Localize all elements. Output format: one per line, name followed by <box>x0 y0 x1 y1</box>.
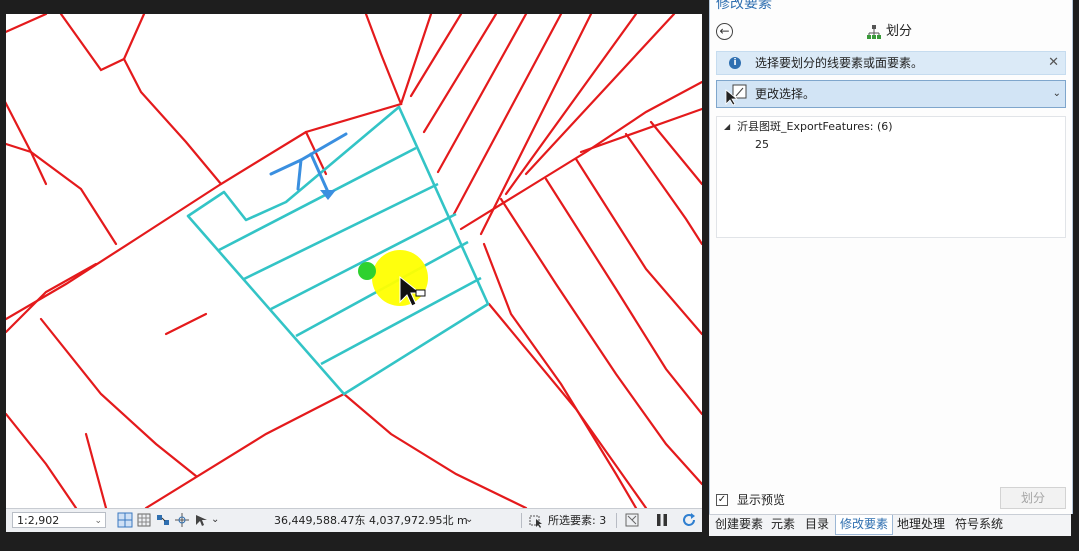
pane-tab-strip: 创建要素 元素 目录 修改要素 地理处理 符号系统 <box>709 514 1071 536</box>
selected-features-count: 所选要素: 3 <box>548 514 607 527</box>
chevron-down-icon[interactable]: ⌄ <box>211 512 227 528</box>
parcel-line <box>479 14 593 236</box>
tab-catalog[interactable]: 目录 <box>801 515 833 535</box>
parcel-line <box>39 317 198 478</box>
sketch-line <box>296 158 303 191</box>
show-preview-label: 显示预览 <box>737 493 786 507</box>
change-selection-dropdown[interactable]: 更改选择。 ⌄ <box>716 80 1066 108</box>
split-line <box>270 212 457 311</box>
parcel-line <box>304 14 403 134</box>
pane-title: 修改要素 <box>716 0 772 12</box>
parcel-line <box>574 157 702 336</box>
parcel-line <box>6 412 78 508</box>
split-button[interactable]: 划分 <box>1000 487 1066 509</box>
refresh-icon[interactable] <box>681 512 697 528</box>
coordinate-readout: 36,449,588.47东 4,037,972.95北 m <box>274 514 468 527</box>
back-button[interactable]: ← <box>716 23 733 40</box>
parcel-line <box>399 14 433 106</box>
table-grid-icon[interactable] <box>136 512 152 528</box>
map-status-bar: 1:2,902 ⌄ ⌄ 36,449,588.47东 4,037,972.95北… <box>6 508 702 532</box>
parcel-line <box>487 302 648 508</box>
map-canvas[interactable] <box>6 14 702 508</box>
selected-parcel <box>186 105 490 396</box>
tree-layer-item[interactable]: 沂县图斑_ExportFeatures: (6) <box>737 119 893 135</box>
parcel-line <box>122 57 223 186</box>
snap-point <box>358 262 376 280</box>
parcel-line <box>59 14 146 72</box>
tab-symbology[interactable]: 符号系统 <box>951 515 1007 535</box>
show-preview-checkbox[interactable]: ✓ <box>716 494 728 506</box>
change-selection-label: 更改选择。 <box>755 87 816 101</box>
parcel-line <box>422 14 498 134</box>
chevron-down-icon: ⌄ <box>94 516 102 526</box>
info-icon: i <box>729 57 741 69</box>
expand-caret-icon[interactable]: ◢ <box>724 122 730 131</box>
parcel-line <box>544 177 702 416</box>
parcel-line <box>342 392 528 508</box>
scale-selector[interactable]: 1:2,902 ⌄ <box>12 512 106 528</box>
parcel-line <box>144 392 346 508</box>
info-message: 选择要划分的线要素或面要素。 <box>755 56 924 70</box>
tab-elements[interactable]: 元素 <box>767 515 799 535</box>
status-separator <box>521 513 522 528</box>
crosshair-icon[interactable] <box>174 512 190 528</box>
grid-icon[interactable] <box>117 512 133 528</box>
parcel-line <box>6 101 118 246</box>
tree-feature-item[interactable]: 25 <box>755 137 769 153</box>
map-view[interactable] <box>6 14 702 508</box>
tab-modify-features[interactable]: 修改要素 <box>835 515 894 535</box>
parcel-line <box>649 120 702 186</box>
parcel-line <box>164 312 208 336</box>
scale-value: 1:2,902 <box>17 514 60 527</box>
filter-icon[interactable] <box>624 512 640 528</box>
chevron-down-icon: ⌄ <box>1052 88 1061 99</box>
info-message-bar: i 选择要划分的线要素或面要素。 ✕ <box>716 51 1066 75</box>
split-sketch <box>269 132 348 200</box>
navigation-icon[interactable] <box>193 512 209 528</box>
selected-parcel-outline <box>186 105 490 396</box>
close-icon[interactable]: ✕ <box>1048 52 1059 74</box>
parcel-line <box>6 14 48 33</box>
back-arrow-icon: ← <box>719 24 730 38</box>
parcel-line <box>84 432 108 508</box>
select-pointer-icon <box>724 84 748 106</box>
parcel-line <box>459 80 702 231</box>
split-line <box>218 146 417 252</box>
modify-features-pane: 修改要素 ← 划分 i 选择要划分的线要素或面要素。 ✕ 更改选择。 ⌄ ◢ 沂… <box>709 0 1073 514</box>
sketch-line <box>269 132 348 176</box>
parcel-boundaries <box>6 14 702 508</box>
selected-features-tree: ◢ 沂县图斑_ExportFeatures: (6) 25 <box>716 116 1066 238</box>
parcel-line <box>6 130 308 321</box>
tab-geoprocessing[interactable]: 地理处理 <box>893 515 949 535</box>
snap-icon[interactable] <box>155 512 171 528</box>
checkmark-icon: ✓ <box>717 494 727 505</box>
status-separator <box>616 513 617 528</box>
selection-icon[interactable] <box>528 512 544 528</box>
split-icon <box>866 24 882 40</box>
tool-title: 划分 <box>886 24 913 39</box>
tab-create-features[interactable]: 创建要素 <box>711 515 767 535</box>
parcel-line <box>504 14 638 196</box>
coordinate-units-chevron-icon[interactable]: ⌄ <box>465 512 481 528</box>
parcel-line <box>624 132 702 246</box>
pause-icon[interactable] <box>654 512 670 528</box>
